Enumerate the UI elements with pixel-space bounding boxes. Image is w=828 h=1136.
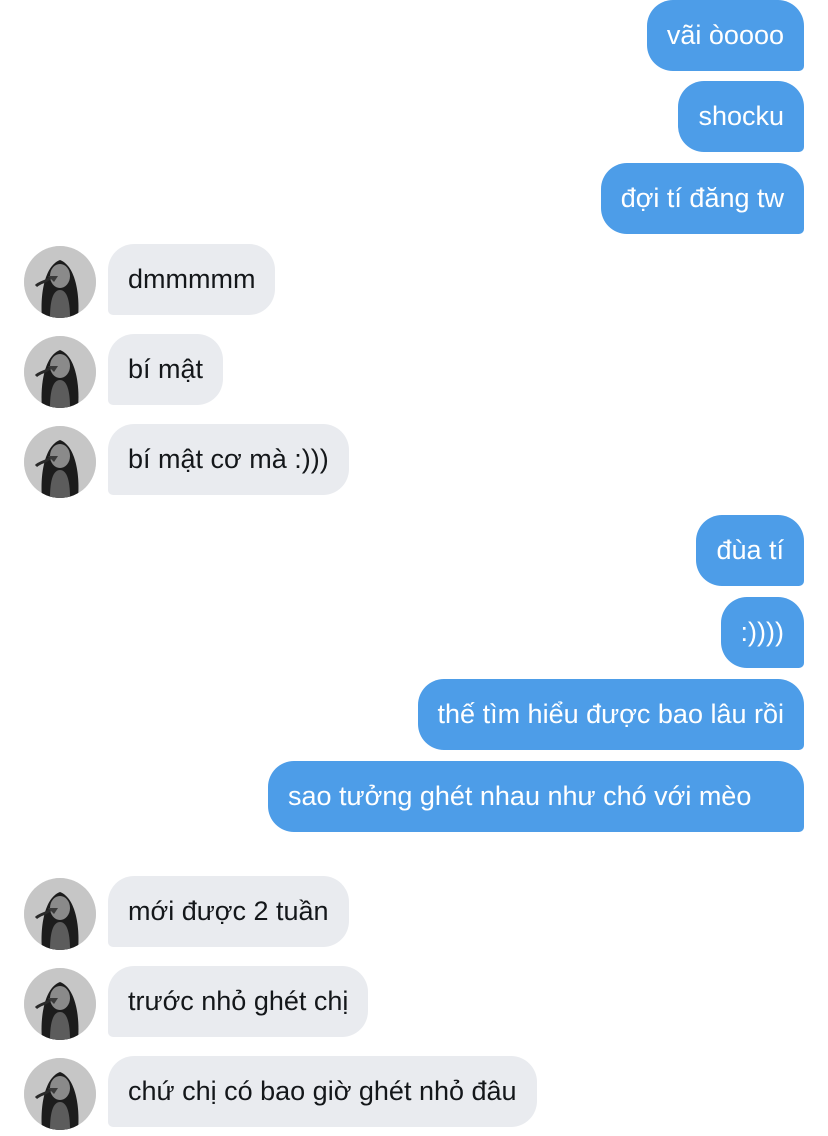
profile-photo-icon bbox=[24, 336, 96, 408]
message-text: chứ chị có bao giờ ghét nhỏ đâu bbox=[128, 1076, 517, 1106]
message-text: mới được 2 tuần bbox=[128, 896, 329, 926]
message-thread: vãi òoooo shocku đợi tí đăng tw dmmmmm b… bbox=[0, 0, 828, 1136]
message-text: vãi òoooo bbox=[666, 20, 784, 50]
sender-avatar[interactable] bbox=[24, 246, 96, 318]
incoming-message-bubble[interactable]: mới được 2 tuần bbox=[108, 876, 349, 947]
message-text: bí mật cơ mà :))) bbox=[128, 444, 329, 474]
incoming-message-bubble[interactable]: trước nhỏ ghét chị bbox=[108, 966, 369, 1037]
profile-photo-icon bbox=[24, 968, 96, 1040]
outgoing-message-bubble[interactable]: :)))) bbox=[720, 597, 804, 668]
message-text: sao tưởng ghét nhau như chó với mèo bbox=[288, 781, 752, 811]
profile-photo-icon bbox=[24, 426, 96, 498]
message-text: bí mật bbox=[128, 354, 204, 384]
incoming-message-bubble[interactable]: chứ chị có bao giờ ghét nhỏ đâu bbox=[108, 1056, 537, 1127]
sender-avatar[interactable] bbox=[24, 426, 96, 498]
outgoing-message-bubble[interactable]: thế tìm hiểu được bao lâu rồi bbox=[417, 679, 804, 750]
sender-avatar[interactable] bbox=[24, 1058, 96, 1130]
profile-photo-icon bbox=[24, 878, 96, 950]
message-text: đùa tí bbox=[716, 535, 784, 565]
sender-avatar[interactable] bbox=[24, 968, 96, 1040]
message-text: shocku bbox=[698, 101, 784, 131]
message-text: dmmmmm bbox=[128, 264, 256, 294]
message-text: trước nhỏ ghét chị bbox=[128, 986, 349, 1016]
message-text: thế tìm hiểu được bao lâu rồi bbox=[437, 699, 784, 729]
outgoing-message-bubble[interactable]: đợi tí đăng tw bbox=[600, 163, 804, 234]
outgoing-message-bubble[interactable]: vãi òoooo bbox=[646, 0, 804, 71]
outgoing-message-bubble[interactable]: sao tưởng ghét nhau như chó với mèo bbox=[268, 761, 804, 832]
message-text: :)))) bbox=[740, 617, 784, 647]
incoming-message-bubble[interactable]: dmmmmm bbox=[108, 244, 276, 315]
profile-photo-icon bbox=[24, 246, 96, 318]
incoming-message-bubble[interactable]: bí mật cơ mà :))) bbox=[108, 424, 349, 495]
outgoing-message-bubble[interactable]: shocku bbox=[678, 81, 804, 152]
message-text: đợi tí đăng tw bbox=[620, 183, 784, 213]
incoming-message-bubble[interactable]: bí mật bbox=[108, 334, 224, 405]
profile-photo-icon bbox=[24, 1058, 96, 1130]
sender-avatar[interactable] bbox=[24, 336, 96, 408]
outgoing-message-bubble[interactable]: đùa tí bbox=[696, 515, 804, 586]
sender-avatar[interactable] bbox=[24, 878, 96, 950]
